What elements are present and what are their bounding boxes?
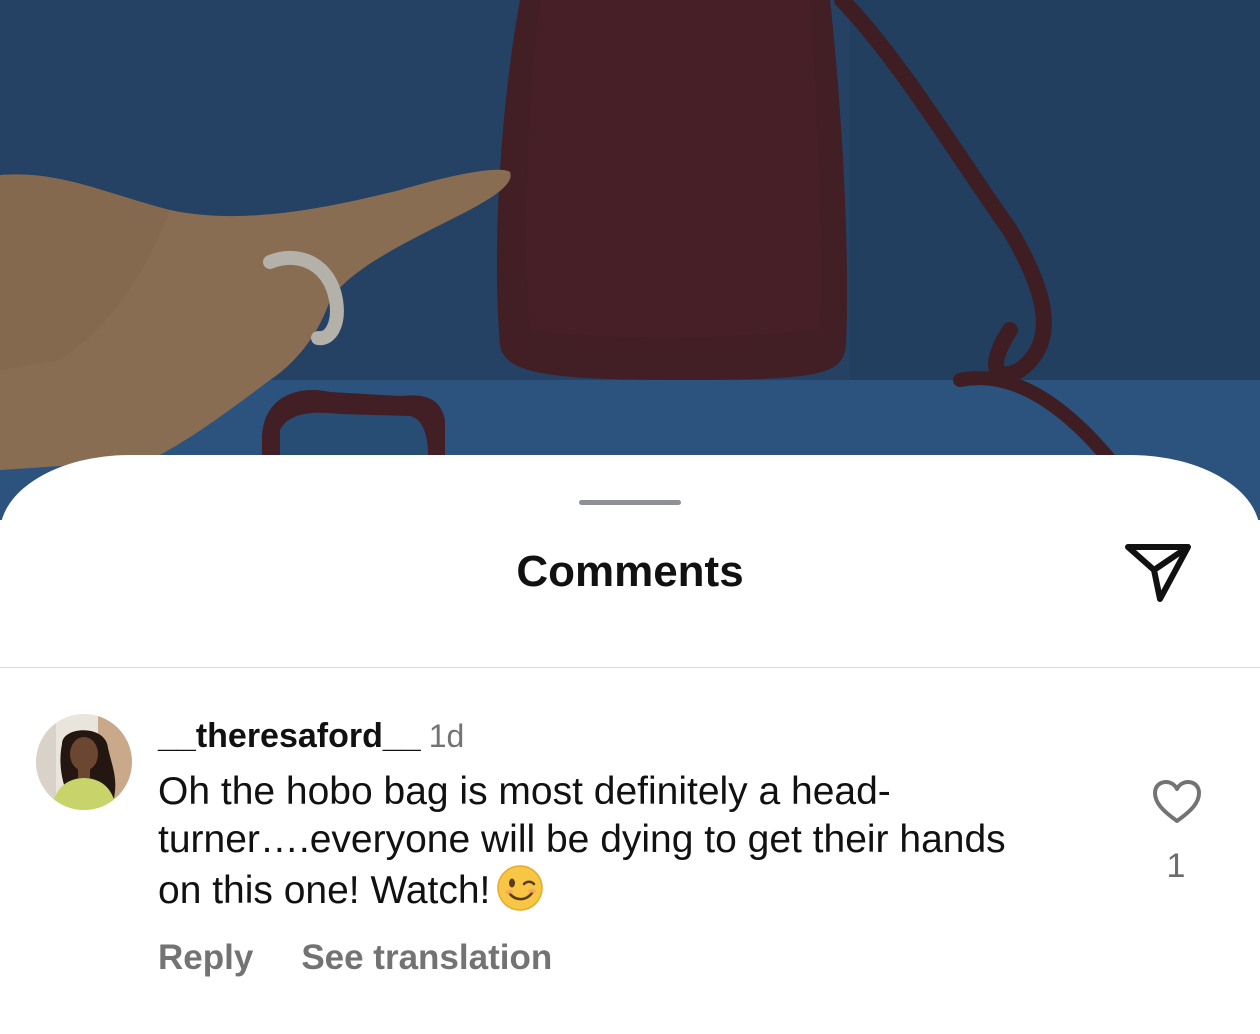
avatar-image	[36, 714, 132, 810]
comment-meta: __theresaford__ 1d	[158, 716, 464, 756]
reel-comments-screen: Comments __theresaford__ 1d Oh the hobo …	[0, 0, 1260, 1034]
avatar[interactable]	[36, 714, 132, 810]
like-button[interactable]	[1151, 778, 1203, 826]
video-frame-image	[0, 0, 1260, 520]
comment-item: __theresaford__ 1d Oh the hobo bag is mos…	[0, 668, 1260, 1034]
sheet-drag-handle[interactable]	[579, 500, 681, 505]
heart-outline-icon	[1153, 780, 1201, 823]
sheet-title: Comments	[516, 547, 744, 596]
share-button[interactable]	[1120, 539, 1196, 609]
paper-plane-icon	[1125, 544, 1191, 602]
reply-button[interactable]: Reply	[158, 938, 253, 977]
comment-username[interactable]: __theresaford__	[158, 717, 421, 755]
comments-sheet: Comments __theresaford__ 1d Oh the hobo …	[0, 455, 1260, 1034]
comment-body: Oh the hobo bag is most definitely a hea…	[158, 768, 1018, 915]
comment-actions: Reply See translation	[158, 936, 600, 980]
like-count: 1	[1166, 847, 1186, 885]
see-translation-button[interactable]: See translation	[301, 938, 552, 977]
video-preview[interactable]	[0, 0, 1260, 520]
comment-timestamp: 1d	[428, 718, 465, 754]
comment-text: Oh the hobo bag is most definitely a hea…	[158, 770, 1006, 912]
winking-face-emoji	[497, 865, 544, 911]
